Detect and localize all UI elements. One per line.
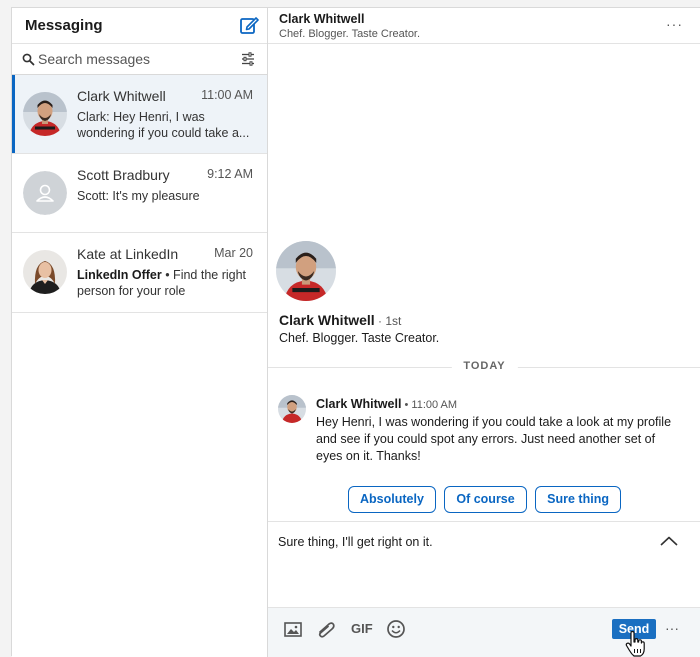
compose-more-options-icon[interactable]: ···: [665, 620, 679, 636]
smart-reply-absolutely[interactable]: Absolutely: [348, 486, 436, 513]
smart-reply-sure-thing[interactable]: Sure thing: [535, 486, 621, 513]
conversation-item-kate-at-linkedin[interactable]: Kate at LinkedIn Mar 20 LinkedIn Offer •…: [12, 233, 267, 313]
conversation-time: 11:00 AM: [201, 88, 253, 102]
avatar: [23, 250, 67, 294]
thread-contact-headline: Chef. Blogger. Taste Creator.: [279, 28, 421, 40]
conversation-snippet: Clark: Hey Henri, I was wondering if you…: [77, 110, 250, 140]
date-divider-label: TODAY: [451, 360, 518, 372]
profile-headline: Chef. Blogger. Taste Creator.: [279, 331, 440, 345]
compose-toolbar: GIF Send ···: [268, 607, 700, 657]
conversation-name: Kate at LinkedIn: [77, 246, 179, 262]
search-icon: [22, 53, 35, 66]
conversation-snippet: LinkedIn Offer • Find the right person f…: [77, 267, 255, 299]
hand-cursor-icon: [625, 631, 645, 657]
messaging-title: Messaging: [25, 17, 103, 34]
smart-replies: Absolutely Of course Sure thing: [268, 486, 700, 514]
message-avatar[interactable]: [278, 395, 306, 423]
conversation-name: Scott Bradbury: [77, 167, 170, 183]
chevron-up-icon[interactable]: [660, 536, 678, 546]
attachment-icon[interactable]: [316, 619, 336, 639]
smart-reply-of-course[interactable]: Of course: [444, 486, 527, 513]
profile-name-text: Clark Whitwell: [279, 312, 375, 328]
conversation-time: Mar 20: [214, 246, 253, 260]
date-divider: TODAY: [268, 360, 700, 374]
search-input[interactable]: [38, 49, 228, 69]
profile-name[interactable]: Clark Whitwell · 1st: [279, 312, 401, 328]
message-compose-box[interactable]: Sure thing, I'll get right on it.: [268, 521, 700, 607]
avatar-placeholder: [23, 171, 67, 215]
compose-text[interactable]: Sure thing, I'll get right on it.: [278, 535, 638, 549]
thread-panel: Clark Whitwell Chef. Blogger. Taste Crea…: [268, 8, 700, 657]
image-icon[interactable]: [284, 619, 302, 639]
emoji-icon[interactable]: [386, 619, 406, 639]
message-body: Hey Henri, I was wondering if you could …: [316, 415, 672, 463]
conversation-name: Clark Whitwell: [77, 88, 166, 104]
avatar: [23, 92, 67, 136]
conversation-snippet: Scott: It's my pleasure: [77, 189, 200, 203]
more-options-icon[interactable]: ···: [666, 16, 683, 32]
message-sender: Clark Whitwell • 11:00 AM: [316, 397, 457, 411]
conversation-item-scott-bradbury[interactable]: Scott Bradbury 9:12 AM Scott: It's my pl…: [12, 154, 267, 233]
messaging-header: Messaging: [12, 8, 267, 44]
thread-contact-name[interactable]: Clark Whitwell: [279, 12, 364, 26]
filter-icon[interactable]: [241, 52, 255, 66]
conversation-time: 9:12 AM: [207, 167, 253, 181]
connection-degree: · 1st: [374, 314, 402, 328]
offer-label: LinkedIn Offer: [77, 268, 162, 282]
gif-button[interactable]: GIF: [351, 621, 373, 636]
thread-header: Clark Whitwell Chef. Blogger. Taste Crea…: [268, 8, 700, 44]
profile-avatar[interactable]: [276, 241, 336, 301]
search-bar: [12, 44, 267, 75]
message-sender-name[interactable]: Clark Whitwell: [316, 397, 401, 411]
message-time: • 11:00 AM: [401, 399, 458, 411]
conversation-list-panel: Messaging Search messages Clark Whitwell…: [12, 8, 268, 657]
messaging-app: Messaging Search messages Clark Whitwell…: [11, 7, 700, 657]
compose-message-icon[interactable]: [239, 15, 259, 35]
conversation-item-clark-whitwell[interactable]: Clark Whitwell 11:00 AM Clark: Hey Henri…: [12, 75, 267, 154]
